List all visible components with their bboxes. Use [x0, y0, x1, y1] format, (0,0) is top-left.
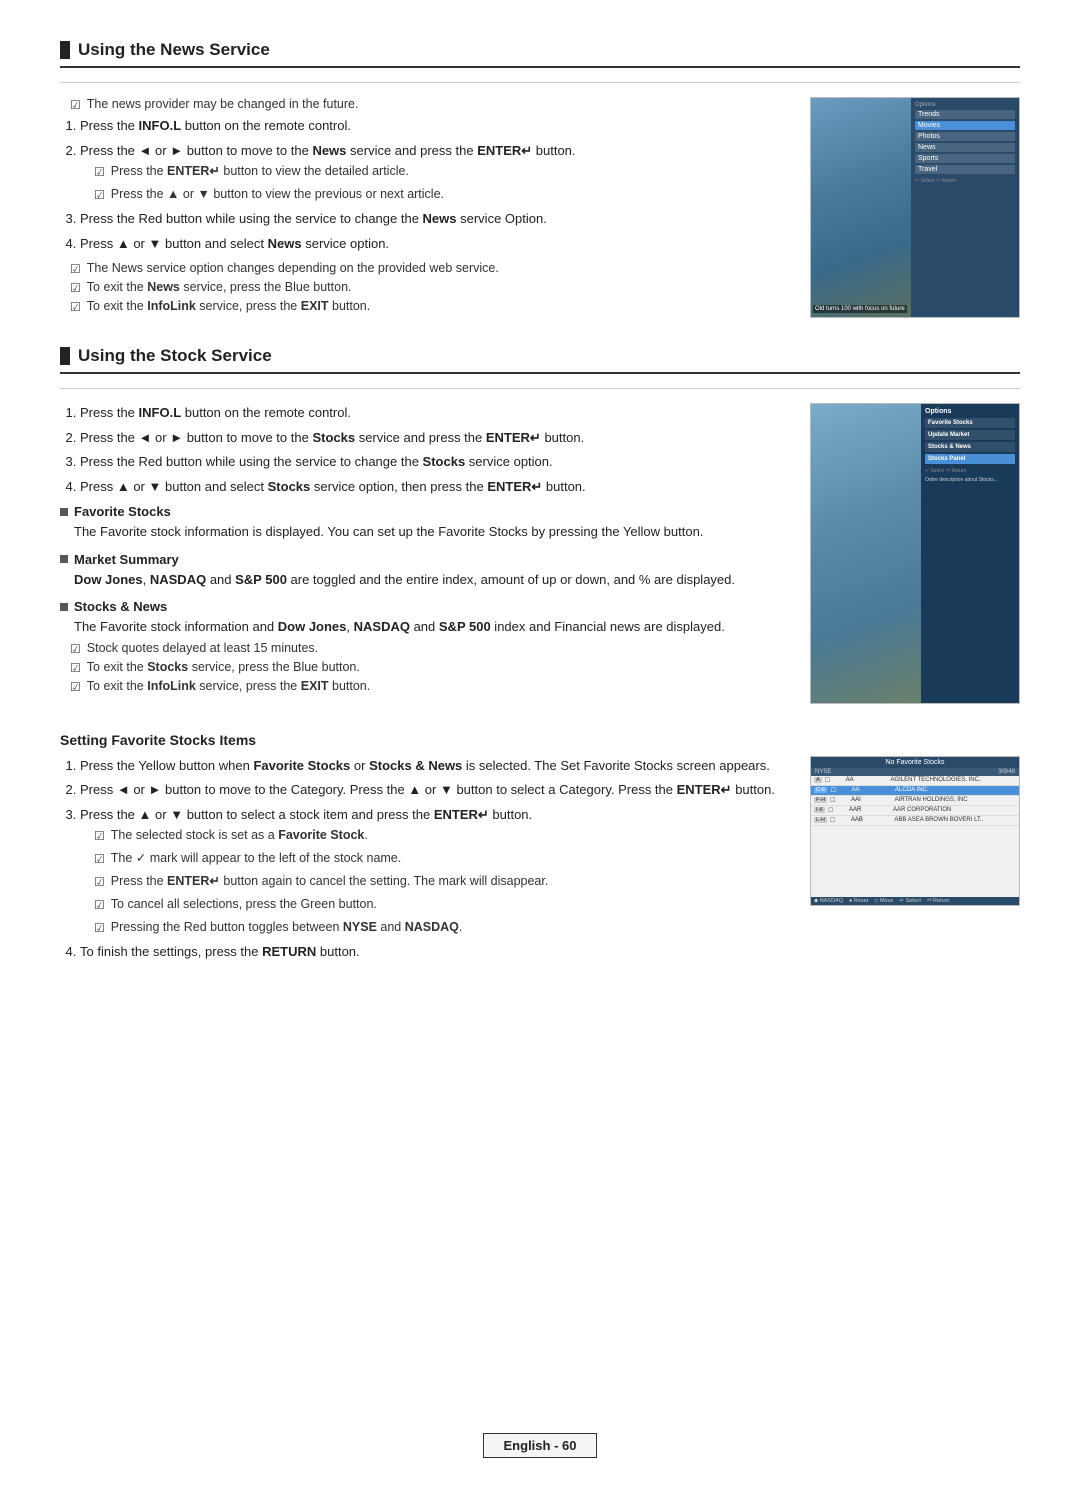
fav-tag-1: A [814, 777, 822, 783]
stock-step-2: Press the ◄ or ► button to move to the S… [80, 428, 790, 448]
fav-row-1: A ☐ AA AGILENT TECHNOLOGIES, INC. [811, 776, 1019, 786]
setting-step-3: Press the ▲ or ▼ button to select a stoc… [80, 805, 790, 938]
news-section: Using the News Service ☑ The news provid… [60, 40, 1020, 318]
stock-steps-list: Press the INFO.L button on the remote co… [60, 403, 790, 496]
fav-stock-2-code: AA [851, 787, 891, 793]
market-summary-title: Market Summary [60, 552, 790, 567]
news-bottom-note-3: ☑ To exit the InfoLink service, press th… [60, 299, 790, 314]
news-text-block: ☑ The news provider may be changed in th… [60, 97, 790, 318]
fav-stock-3-code: AAI [851, 797, 891, 803]
setting-note-1: ☑ The selected stock is set as a Favorit… [84, 826, 790, 845]
favorite-stocks-subsection: Favorite Stocks The Favorite stock infor… [60, 504, 790, 542]
news-menu-travel: Travel [915, 165, 1015, 174]
news-section-content: ☑ The news provider may be changed in th… [60, 97, 1020, 318]
stocks-news-body: The Favorite stock information and Dow J… [60, 617, 790, 637]
stocks-note-3: ☑ To exit the InfoLink service, press th… [60, 679, 790, 694]
news-step-4: Press ▲ or ▼ button and select News serv… [80, 234, 790, 254]
favorite-stocks-title: Favorite Stocks [60, 504, 790, 519]
fav-stocks-screenshot: No Favorite Stocks NYSE 3/9/48 A ☐ AA AG… [810, 756, 1020, 970]
stock-panel-news: Stocks & News [925, 442, 1015, 452]
page-footer: English - 60 [0, 1433, 1080, 1458]
news-menu-photos: Photos [915, 132, 1015, 141]
fav-footer-move: ◇ Move [874, 898, 893, 904]
news-step-1: Press the INFO.L button on the remote co… [80, 116, 790, 136]
fav-stocks-image: No Favorite Stocks NYSE 3/9/48 A ☐ AA AG… [810, 756, 1020, 906]
fav-row-4: I-K ☐ AAR AAR CORPORATION [811, 806, 1019, 816]
stocks-news-title: Stocks & News [60, 599, 790, 614]
news-screenshot: Old turns 100 with focus on future Optio… [810, 97, 1020, 318]
news-step-2-note-2: ☑ Press the ▲ or ▼ button to view the pr… [84, 185, 790, 204]
news-image-photo: Old turns 100 with focus on future [811, 98, 911, 317]
fav-row-3: F-H ☐ AAI AIRTRAN HOLDINGS, INC [811, 796, 1019, 806]
news-note-1: ☑ The news provider may be changed in th… [60, 97, 790, 112]
fav-subheader: NYSE 3/9/48 [811, 768, 1019, 776]
news-section-title: Using the News Service [60, 40, 1020, 68]
fav-tag-3: F-H [814, 797, 827, 803]
news-image-menu: Options Trends Movies Photos News Sports… [911, 98, 1019, 317]
setting-note-5: ☑ Pressing the Red button toggles betwee… [84, 918, 790, 937]
news-menu-news: News [915, 143, 1015, 152]
stock-step-3: Press the Red button while using the ser… [80, 452, 790, 472]
setting-section: Setting Favorite Stocks Items Press the … [60, 732, 1020, 970]
footer-text: English - 60 [504, 1438, 577, 1453]
fav-footer: ◆ NASDAQ ● Reset ◇ Move ↵ Select ⏎ Retur… [811, 897, 1019, 905]
setting-step-1: Press the Yellow button when Favorite St… [80, 756, 790, 776]
fav-exchange: NYSE [815, 769, 831, 775]
setting-note-4: ☑ To cancel all selections, press the Gr… [84, 895, 790, 914]
stock-screenshot: Options Favorite Stocks Update Market St… [810, 403, 1020, 704]
fav-date: 3/9/48 [998, 769, 1015, 775]
fav-tag-2: C-E [814, 787, 827, 793]
stock-step-4: Press ▲ or ▼ button and select Stocks se… [80, 477, 790, 497]
news-steps-list: Press the INFO.L button on the remote co… [60, 116, 790, 253]
fav-stock-4-code: AAR [849, 807, 890, 813]
setting-step-4: To finish the settings, press the RETURN… [80, 942, 790, 962]
news-menu-movies: Movies [915, 121, 1015, 130]
stock-section-title: Using the Stock Service [60, 346, 1020, 374]
fav-footer-nasdaq: ◆ NASDAQ [814, 898, 843, 904]
setting-note-2: ☑ The ✓ mark will appear to the left of … [84, 849, 790, 868]
fav-header: No Favorite Stocks [811, 757, 1019, 768]
stocks-news-subsection: Stocks & News The Favorite stock informa… [60, 599, 790, 694]
fav-stock-5-code: AAB [851, 817, 892, 823]
news-step-2-note-1: ☑ Press the ENTER↵ button to view the de… [84, 162, 790, 181]
setting-note-3: ☑ Press the ENTER↵ button again to cance… [84, 872, 790, 891]
setting-section-content: Press the Yellow button when Favorite St… [60, 756, 1020, 970]
footer-badge: English - 60 [483, 1433, 598, 1458]
stock-image-photo [811, 404, 921, 703]
fav-row-5: L-H ☐ AAB ABB ASEA BROWN BOVERI LT.. [811, 816, 1019, 826]
stocks-note-1: ☑ Stock quotes delayed at least 15 minut… [60, 641, 790, 656]
stock-step-1: Press the INFO.L button on the remote co… [80, 403, 790, 423]
news-menu-sports: Sports [915, 154, 1015, 163]
fav-tag-5: L-H [814, 817, 827, 823]
stock-section: Using the Stock Service Press the INFO.L… [60, 346, 1020, 704]
favorite-stocks-body: The Favorite stock information is displa… [60, 522, 790, 542]
note-icon: ☑ [70, 98, 81, 112]
fav-footer-return: ⏎ Return [927, 898, 950, 904]
market-summary-body: Dow Jones, NASDAQ and S&P 500 are toggle… [60, 570, 790, 590]
news-menu-trends: Trends [915, 110, 1015, 119]
stock-panel-market: Update Market [925, 430, 1015, 440]
setting-section-title: Setting Favorite Stocks Items [60, 732, 1020, 748]
stock-panel-favorite: Favorite Stocks [925, 418, 1015, 428]
setting-text-block: Press the Yellow button when Favorite St… [60, 756, 790, 970]
market-summary-subsection: Market Summary Dow Jones, NASDAQ and S&P… [60, 552, 790, 590]
news-step-2: Press the ◄ or ► button to move to the N… [80, 141, 790, 205]
news-step-3: Press the Red button while using the ser… [80, 209, 790, 229]
stock-image-menu: Options Favorite Stocks Update Market St… [921, 404, 1019, 703]
stocks-note-2: ☑ To exit the Stocks service, press the … [60, 660, 790, 675]
fav-stock-1-code: AA [846, 777, 888, 783]
stock-text-block: Press the INFO.L button on the remote co… [60, 403, 790, 704]
news-bottom-note-2: ☑ To exit the News service, press the Bl… [60, 280, 790, 295]
stock-image-box: Options Favorite Stocks Update Market St… [810, 403, 1020, 704]
news-image-caption: Old turns 100 with focus on future [813, 305, 907, 313]
news-image-box: Old turns 100 with focus on future Optio… [810, 97, 1020, 318]
stock-section-content: Press the INFO.L button on the remote co… [60, 403, 1020, 704]
news-bottom-note-1: ☑ The News service option changes depend… [60, 261, 790, 276]
fav-tag-4: I-K [814, 807, 825, 813]
fav-footer-select: ↵ Select [899, 898, 920, 904]
fav-footer-reset: ● Reset [849, 898, 868, 904]
setting-steps-list: Press the Yellow button when Favorite St… [60, 756, 790, 962]
setting-step-2: Press ◄ or ► button to move to the Categ… [80, 780, 790, 800]
fav-row-2: C-E ☐ AA ALCOA INC. [811, 786, 1019, 796]
